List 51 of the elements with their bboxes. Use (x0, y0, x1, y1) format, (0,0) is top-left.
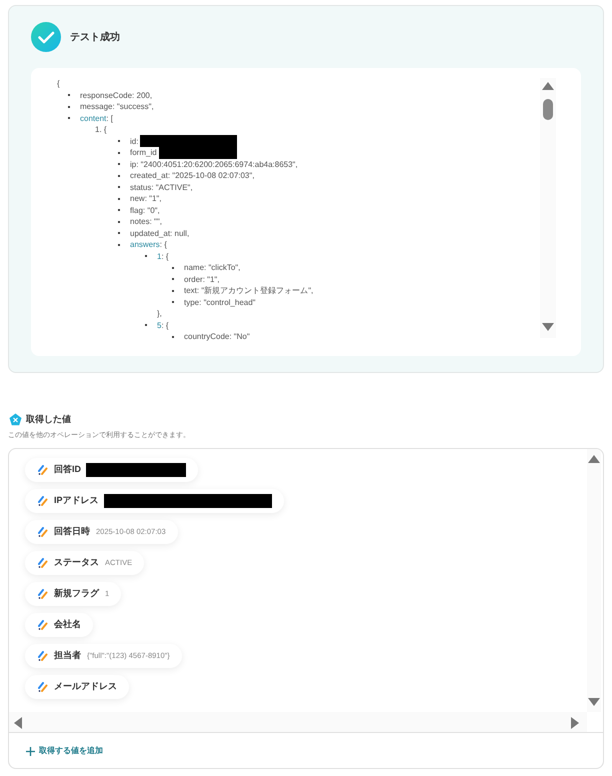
code-line: name: "clickTo", (184, 262, 240, 274)
scroll-down-icon[interactable] (542, 323, 554, 331)
code-line: id: (130, 136, 138, 147)
variable-icon (9, 413, 22, 426)
code-line: { (57, 79, 60, 88)
code-line: message: "success", (80, 101, 154, 112)
code-line: }, (157, 309, 162, 318)
scroll-left-icon[interactable] (14, 717, 22, 729)
section-title: 取得した値 (26, 413, 71, 426)
code-line: content: [ (80, 112, 113, 124)
scroll-up-icon[interactable] (542, 82, 554, 90)
code-line: created_at: "2025-10-08 02:07:03", (130, 170, 254, 182)
code-line: updated_at: null, (130, 228, 190, 239)
slash-logo-icon (38, 465, 48, 475)
result-title: テスト成功 (70, 30, 120, 44)
slash-logo-icon (38, 682, 48, 692)
scrollbar-thumb[interactable] (543, 99, 553, 120)
code-line: order: "1", (184, 274, 220, 285)
add-value-button[interactable]: 取得する値を追加 (26, 745, 103, 757)
code-line: answers: { (130, 239, 167, 250)
code-line: 5: { (157, 320, 169, 331)
code-line: 1. { (95, 124, 107, 136)
code-line: type: "control_head" (184, 296, 256, 308)
value-chip[interactable]: IPアドレス (25, 489, 284, 513)
code-line: status: "ACTIVE", (130, 182, 193, 193)
horizontal-scrollbar[interactable] (9, 712, 587, 732)
slash-logo-icon (38, 620, 48, 630)
slash-logo-icon (38, 589, 48, 599)
scroll-up-icon[interactable] (588, 455, 600, 463)
value-chip[interactable]: メールアドレス (25, 675, 129, 699)
scrollbar[interactable] (540, 78, 556, 338)
slash-logo-icon (38, 527, 48, 537)
code-line: flag: "0", (130, 204, 160, 216)
code-line: 1: { (157, 250, 169, 262)
scrollbar[interactable] (587, 449, 601, 712)
code-line: form_id (130, 147, 157, 158)
slash-logo-icon (38, 558, 48, 568)
scroll-down-icon[interactable] (588, 698, 600, 706)
code-line: ip: "2400:4051:20:6200:2065:6974:ab4a:8653", (130, 158, 298, 170)
value-chip[interactable]: 会社名 (25, 613, 93, 637)
code-line: notes: "", (130, 216, 162, 228)
code-line: responseCode: 200, (80, 90, 152, 101)
code-line: text: "新規アカウント登録フォーム", (184, 285, 314, 296)
slash-logo-icon (38, 496, 48, 506)
code-line: countryCode: "No" (184, 331, 250, 342)
plus-icon (26, 746, 35, 756)
check-icon (31, 22, 61, 52)
slash-logo-icon (38, 651, 48, 661)
code-line: new: "1", (130, 193, 162, 204)
value-chip[interactable]: 回答ID (25, 458, 198, 482)
scroll-right-icon[interactable] (571, 717, 579, 729)
